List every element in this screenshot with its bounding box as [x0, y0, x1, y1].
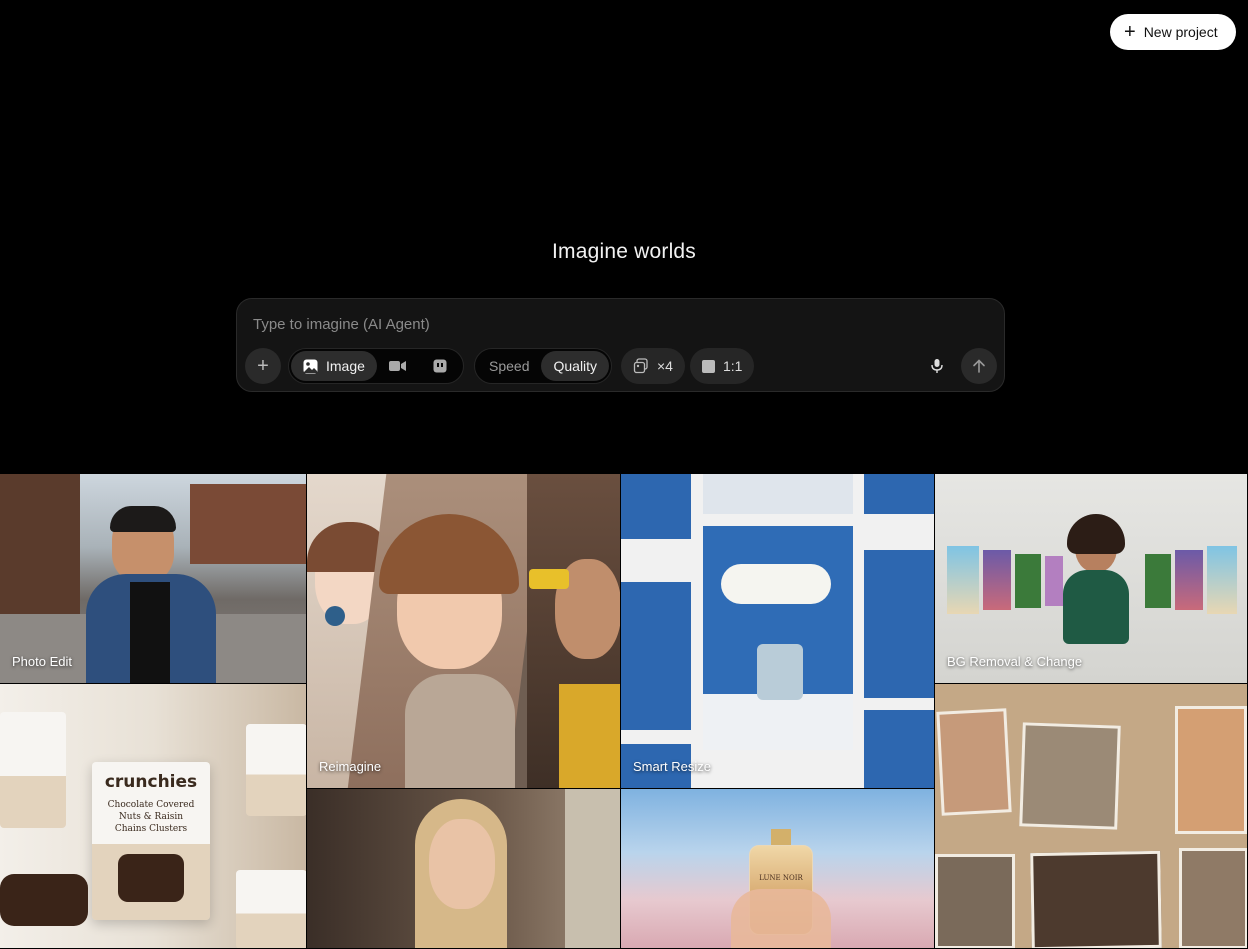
product-ad-thumbnail: crunchies Chocolate Covered Nuts & Raisi… [0, 684, 306, 948]
perfume-thumbnail: LUNE NOIR [621, 789, 934, 948]
tile-label: Reimagine [319, 759, 382, 774]
smart-resize-thumbnail [621, 474, 934, 788]
speed-quality-toggle: Speed Quality [474, 348, 613, 384]
arrow-up-icon [973, 359, 985, 373]
new-project-button[interactable]: + New project [1110, 14, 1236, 50]
feature-tile-photo-edit[interactable]: Photo Edit [0, 474, 307, 684]
feature-gallery: Photo Edit Reimagine Smart Resize BG Rem… [0, 474, 1248, 949]
speed-option[interactable]: Speed [477, 351, 541, 381]
feature-tile-smart-resize[interactable]: Smart Resize [621, 474, 935, 789]
plus-icon: + [1124, 21, 1136, 43]
image-icon [303, 359, 318, 373]
page-title: Imagine worlds [551, 240, 697, 263]
prompt-input[interactable] [253, 313, 973, 335]
product-line1-text: Chocolate Covered [107, 800, 195, 810]
portrait-thumbnail [307, 789, 620, 948]
microphone-icon [931, 359, 943, 373]
character-icon [433, 359, 447, 373]
perfume-label-text: LUNE NOIR [759, 874, 803, 882]
feature-tile-bg-removal[interactable]: BG Removal & Change [935, 474, 1248, 684]
microphone-button[interactable] [919, 348, 955, 384]
collage-thumbnail [935, 684, 1247, 948]
tile-label: Smart Resize [633, 759, 712, 774]
gallery-tile-collage[interactable] [935, 684, 1248, 949]
tile-label: BG Removal & Change [947, 654, 1083, 669]
add-attachment-button[interactable]: + [245, 348, 281, 384]
image-count-button[interactable]: ×4 [621, 348, 685, 384]
feature-tile-reimagine[interactable]: Reimagine [307, 474, 621, 789]
product-line2-text: Nuts & Raisin [118, 812, 184, 822]
images-stack-icon [633, 358, 648, 374]
square-icon [702, 359, 715, 373]
aspect-ratio-button[interactable]: 1:1 [690, 348, 755, 384]
photo-edit-thumbnail [0, 474, 306, 683]
submit-button[interactable] [961, 348, 997, 384]
mode-image-tab[interactable]: Image [291, 351, 377, 381]
mode-selector: Image [288, 348, 464, 384]
plus-icon: + [257, 354, 269, 377]
quality-option[interactable]: Quality [541, 351, 610, 381]
bg-removal-thumbnail [935, 474, 1247, 683]
image-count-label: ×4 [657, 358, 673, 374]
tile-label: Photo Edit [12, 654, 72, 669]
reimagine-thumbnail [307, 474, 620, 788]
product-brand-text: crunchies [104, 772, 198, 792]
gallery-tile-perfume[interactable]: LUNE NOIR [621, 789, 935, 949]
product-line3-text: Chains Clusters [114, 824, 188, 834]
prompt-composer: + Image [236, 298, 1005, 392]
mode-video-tab[interactable] [377, 351, 419, 381]
video-icon [389, 361, 407, 371]
mode-image-label: Image [326, 358, 365, 374]
aspect-ratio-label: 1:1 [723, 358, 743, 374]
gallery-tile-product-ad[interactable]: crunchies Chocolate Covered Nuts & Raisi… [0, 684, 307, 949]
gallery-tile-portrait[interactable] [307, 789, 621, 949]
prompt-toolbar: + Image Speed Quality ×4 1:1 [245, 348, 997, 384]
mode-character-tab[interactable] [419, 351, 461, 381]
new-project-label: New project [1143, 24, 1218, 40]
